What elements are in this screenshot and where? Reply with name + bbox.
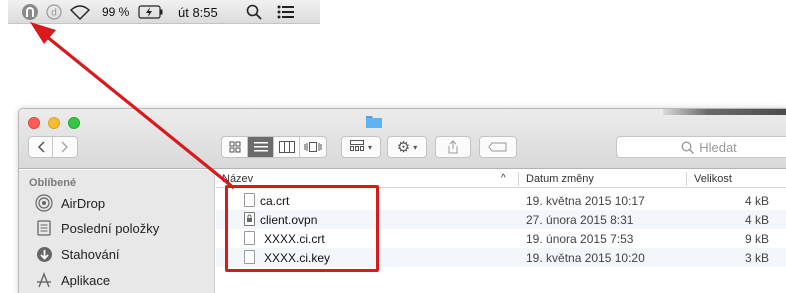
minimize-button[interactable]: [48, 117, 60, 129]
column-separator[interactable]: [686, 172, 687, 186]
sidebar-item-downloads[interactable]: Stahování: [35, 243, 120, 265]
column-name-header[interactable]: Název: [222, 173, 253, 185]
share-icon: [448, 140, 458, 154]
file-date: 19. května 2015 10:17: [526, 194, 645, 208]
sidebar-item-label: Stahování: [61, 246, 120, 262]
back-button[interactable]: [29, 137, 53, 157]
sidebar-heading: Oblíbené: [29, 177, 77, 189]
forward-button[interactable]: [53, 137, 77, 157]
sidebar-item-label: Aplikace: [61, 272, 111, 288]
arrange-icon: [349, 139, 364, 155]
spotlight-search-icon[interactable]: [246, 0, 262, 24]
share-button[interactable]: [435, 136, 471, 158]
background-strip: [663, 109, 786, 115]
close-button[interactable]: [28, 117, 40, 129]
file-size: 4 kB: [744, 194, 769, 208]
sidebar: Oblíbené AirDrop Poslední položky Stahov…: [19, 170, 215, 293]
svg-text:d: d: [51, 8, 57, 19]
tag-icon: [488, 142, 507, 152]
file-size: 3 kB: [744, 251, 769, 265]
search-icon: [681, 141, 695, 154]
sidebar-item-applications[interactable]: Aplikace: [35, 269, 110, 291]
file-size: 4 kB: [744, 213, 769, 227]
applications-icon: [35, 271, 53, 289]
sidebar-item-label: Poslední položky: [61, 220, 160, 236]
icon-view-button[interactable]: [222, 137, 248, 157]
back-forward-buttons: [28, 136, 78, 158]
battery-charging-icon[interactable]: [138, 0, 164, 24]
finder-window: ▾ ⚙ ▾ Hledat Oblíbené AirDrop Poslední p…: [18, 108, 786, 293]
gear-icon: ⚙: [396, 139, 411, 156]
title-bar: ▾ ⚙ ▾ Hledat: [19, 109, 786, 169]
openvpn-icon[interactable]: [21, 0, 39, 24]
zoom-button[interactable]: [68, 117, 80, 129]
tag-button[interactable]: [479, 136, 517, 158]
d-circle-icon[interactable]: d: [46, 0, 62, 24]
annotation-highlight-box: [225, 185, 379, 272]
arrange-button[interactable]: ▾: [341, 136, 381, 158]
sidebar-item-label: AirDrop: [61, 195, 106, 211]
sidebar-item-recents[interactable]: Poslední položky: [35, 217, 159, 239]
coverflow-view-button[interactable]: [300, 137, 326, 157]
file-date: 27. února 2015 8:31: [526, 213, 634, 227]
column-view-button[interactable]: [274, 137, 300, 157]
menu-bar: d 99 % út 8:55: [8, 0, 320, 24]
recents-icon: [35, 219, 53, 237]
search-field[interactable]: Hledat: [616, 136, 786, 158]
file-date: 19. května 2015 10:20: [526, 251, 645, 265]
clock[interactable]: út 8:55: [178, 0, 218, 24]
folder-icon: [365, 115, 383, 134]
chevron-down-icon: ▾: [413, 142, 418, 152]
notification-list-icon[interactable]: [277, 0, 295, 24]
chevron-down-icon: ▾: [367, 142, 372, 152]
column-separator[interactable]: [518, 172, 519, 186]
file-date: 19. února 2015 7:53: [526, 232, 634, 246]
column-date-header[interactable]: Datum změny: [526, 173, 594, 185]
action-button[interactable]: ⚙ ▾: [387, 136, 427, 158]
airdrop-icon: [35, 194, 53, 212]
list-view-button[interactable]: [248, 137, 274, 157]
sort-indicator: ^: [501, 173, 506, 184]
sidebar-item-airdrop[interactable]: AirDrop: [35, 192, 105, 214]
downloads-icon: [35, 245, 53, 263]
search-placeholder: Hledat: [699, 139, 737, 155]
file-size: 9 kB: [744, 232, 769, 246]
battery-percent[interactable]: 99 %: [102, 0, 129, 24]
column-size-header[interactable]: Velikost: [694, 173, 732, 185]
wifi-icon[interactable]: [70, 0, 90, 24]
view-mode-control: [221, 136, 327, 158]
